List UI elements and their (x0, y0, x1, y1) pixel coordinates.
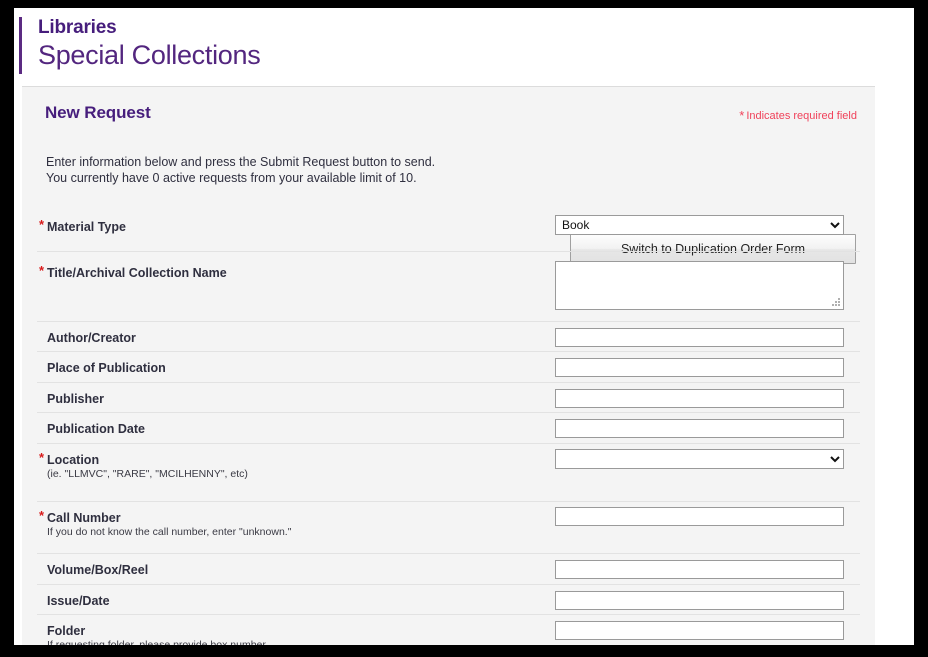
instructions-line-2: You currently have 0 active requests fro… (46, 171, 417, 185)
field-label-text: Call Number (47, 511, 121, 525)
volume-box-reel-input[interactable] (555, 560, 844, 579)
field-label-text: Location (47, 453, 100, 467)
field-label: Volume/Box/Reel (47, 563, 148, 577)
material-type-select[interactable]: Book (555, 215, 844, 235)
field-label: Place of Publication (47, 361, 166, 375)
field-label: Folder (47, 624, 85, 638)
field-control-wrap (555, 358, 844, 377)
publisher-input[interactable] (555, 389, 844, 408)
field-control-wrap (555, 419, 844, 438)
title-archival-collection-name-textarea[interactable] (555, 261, 844, 310)
field-label: Author/Creator (47, 331, 136, 345)
field-label-text: Folder (47, 624, 86, 638)
field-control-wrap (555, 328, 844, 347)
field-label-text: Material Type (47, 220, 126, 234)
field-label-text: Issue/Date (47, 594, 110, 608)
place-of-publication-input[interactable] (555, 358, 844, 377)
field-control-wrap (555, 261, 844, 310)
required-legend-text: Indicates required field (746, 110, 857, 122)
field-control-wrap (555, 449, 844, 469)
site-header: Libraries Special Collections (14, 8, 914, 86)
form-row: * Title/Archival Collection Name (37, 251, 860, 321)
required-asterisk-icon: * (739, 108, 745, 123)
form-row: * Material Type Book (37, 206, 860, 251)
publication-date-input[interactable] (555, 419, 844, 438)
author-creator-input[interactable] (555, 328, 844, 347)
issue-date-input[interactable] (555, 591, 844, 610)
form-row: Place of Publication (37, 351, 860, 382)
field-control-wrap (555, 560, 844, 579)
screenshot-frame: Libraries Special Collections New Reques… (0, 0, 928, 657)
form-row: Author/Creator (37, 321, 860, 351)
required-asterisk-icon: * (39, 508, 45, 523)
page-title: New Request (45, 103, 151, 122)
field-label-text: Title/Archival Collection Name (47, 266, 227, 280)
field-label-text: Publisher (47, 392, 104, 406)
required-asterisk-icon: * (39, 450, 45, 465)
form-row: Folder If requesting folder, please provi… (37, 614, 860, 645)
field-label: Issue/Date (47, 594, 110, 608)
new-request-panel: New Request * Indicates required field En… (22, 86, 875, 645)
required-field-legend: * Indicates required field (739, 108, 857, 123)
field-hint-text: If you do not know the call number, ente… (47, 526, 292, 538)
field-hint-text: (ie. "LLMVC", "RARE", "MCILHENNY", etc) (47, 468, 248, 480)
field-label-text: Volume/Box/Reel (47, 563, 149, 577)
field-label-text: Publication Date (47, 422, 145, 436)
brand-special-collections-text: Special Collections (38, 40, 261, 70)
field-label: * Material Type (39, 217, 126, 234)
field-label: * Title/Archival Collection Name (39, 263, 227, 280)
field-label-text: Place of Publication (47, 361, 166, 375)
brand-libraries-text: Libraries (38, 17, 117, 38)
field-control-wrap (555, 591, 844, 610)
field-control-wrap (555, 507, 844, 526)
field-control-wrap (555, 621, 844, 640)
field-label: Publication Date (47, 422, 145, 436)
location-select[interactable] (555, 449, 844, 469)
page-canvas: Libraries Special Collections New Reques… (14, 8, 914, 645)
field-label: * Location (39, 450, 100, 467)
form-row: Issue/Date (37, 584, 860, 614)
instructions-line-1: Enter information below and press the Su… (46, 155, 436, 169)
field-control-wrap: Book (555, 215, 844, 235)
call-number-input[interactable] (555, 507, 844, 526)
required-asterisk-icon: * (39, 263, 45, 278)
field-label: Publisher (47, 392, 104, 406)
field-label: * Call Number (39, 508, 121, 525)
textarea-wrap (555, 261, 844, 310)
brand-accent-bar (19, 17, 22, 74)
field-control-wrap (555, 389, 844, 408)
brand-wordmark: Libraries Special Collections (38, 16, 261, 71)
form-row: Publisher (37, 382, 860, 412)
folder-input[interactable] (555, 621, 844, 640)
instructions-text: Enter information below and press the Su… (46, 154, 435, 186)
field-label-text: Author/Creator (47, 331, 136, 345)
required-asterisk-icon: * (39, 217, 45, 232)
form-row: Volume/Box/Reel (37, 553, 860, 584)
form-row: * Call Number If you do not know the call … (37, 501, 860, 553)
form-row: Publication Date (37, 412, 860, 443)
form-row: * Location (ie. "LLMVC", "RARE", "MCILHENN… (37, 443, 860, 501)
field-hint-text: If requesting folder, please provide box… (47, 639, 269, 645)
